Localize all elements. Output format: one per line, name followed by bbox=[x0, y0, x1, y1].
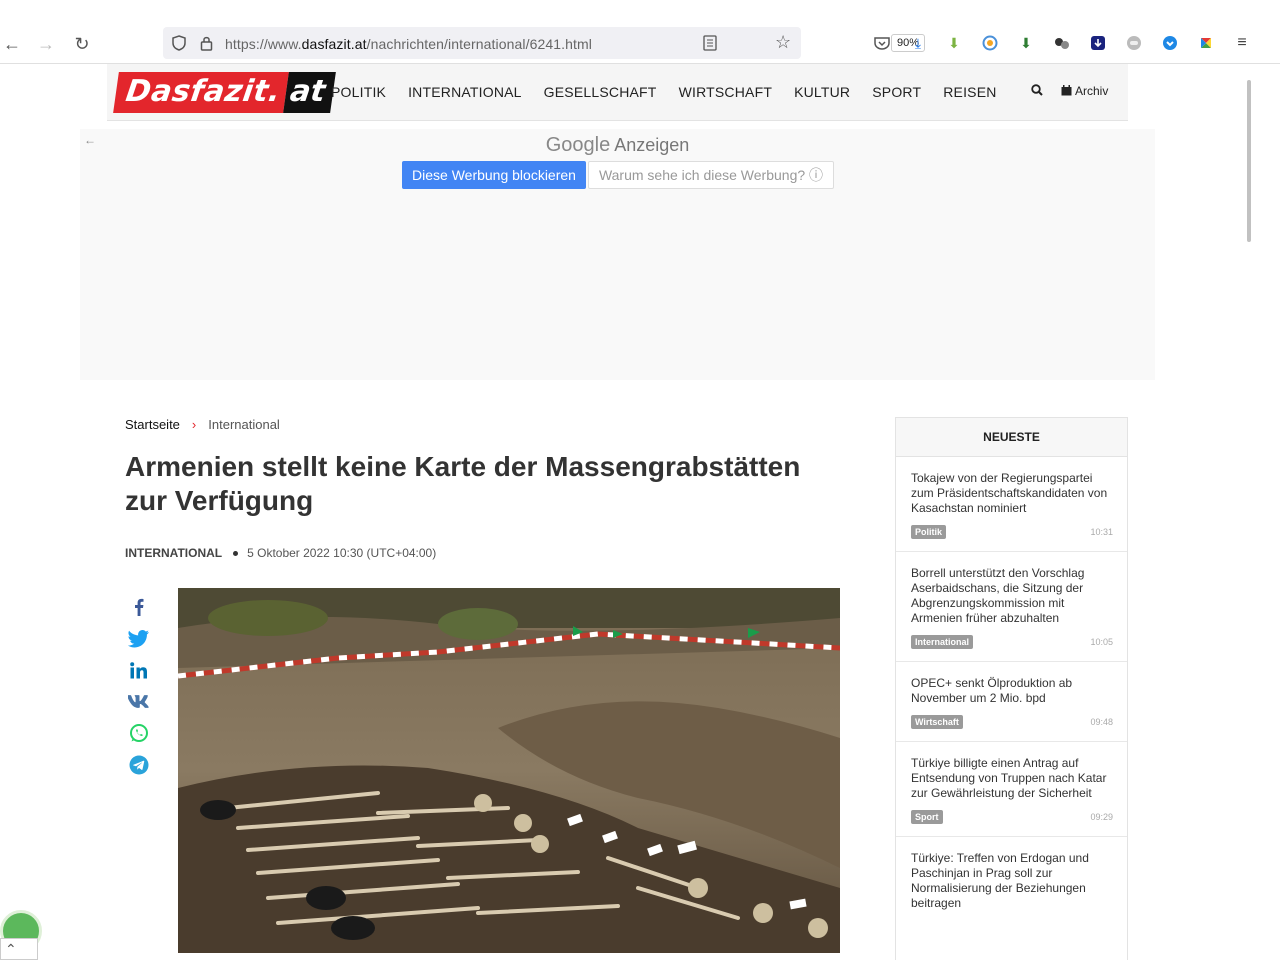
facebook-icon[interactable] bbox=[128, 596, 150, 618]
reload-icon[interactable]: ↻ bbox=[70, 32, 94, 56]
why-ad-button[interactable]: Warum sehe ich diese Werbung? ⓘ bbox=[588, 161, 834, 189]
whatsapp-icon[interactable] bbox=[128, 722, 150, 744]
ad-header: Google Anzeigen bbox=[80, 134, 1155, 157]
nav-kultur[interactable]: KULTUR bbox=[794, 84, 850, 100]
archiv-label: Archiv bbox=[1075, 84, 1109, 98]
shield-icon[interactable] bbox=[172, 35, 186, 51]
extension-download-green-icon[interactable]: ⬇ bbox=[945, 34, 963, 52]
extension-gears-icon[interactable] bbox=[1053, 34, 1071, 52]
news-item-time: 09:29 bbox=[1090, 812, 1113, 822]
nav-wirtschaft[interactable]: WIRTSCHAFT bbox=[679, 84, 773, 100]
logo-main-text: Dasfazit. bbox=[113, 72, 290, 113]
pocket-icon[interactable] bbox=[873, 34, 891, 52]
article-category[interactable]: INTERNATIONAL bbox=[125, 546, 222, 560]
vk-icon[interactable] bbox=[128, 691, 150, 713]
twitter-icon[interactable] bbox=[128, 628, 150, 650]
news-item-title[interactable]: Türkiye: Treffen von Erdogan und Paschin… bbox=[911, 851, 1113, 911]
breadcrumb-separator: › bbox=[191, 417, 197, 432]
archiv-link[interactable]: Archiv bbox=[1061, 84, 1108, 98]
anzeigen-label: Anzeigen bbox=[614, 135, 690, 155]
url-bar[interactable]: https://www.dasfazit.at/nachrichten/inte… bbox=[163, 27, 926, 59]
extension-gray-circle-icon[interactable] bbox=[1125, 34, 1143, 52]
google-label: Google bbox=[545, 134, 611, 156]
news-item-time: 09:48 bbox=[1090, 717, 1113, 727]
back-arrow-icon[interactable]: ← bbox=[0, 32, 24, 56]
site-logo[interactable]: Dasfazit. at bbox=[113, 72, 336, 113]
news-item[interactable]: Türkiye billigte einen Antrag auf Entsen… bbox=[896, 742, 1127, 837]
news-item-title[interactable]: Tokajew von der Regierungspartei zum Prä… bbox=[911, 471, 1113, 516]
nav-international[interactable]: INTERNATIONAL bbox=[408, 84, 522, 100]
extension-circle-icon[interactable] bbox=[981, 34, 999, 52]
news-item-tag[interactable]: Politik bbox=[911, 525, 947, 539]
news-item[interactable]: Borrell unterstützt den Vorschlag Aserba… bbox=[896, 552, 1127, 662]
nav-gesellschaft[interactable]: GESELLSCHAFT bbox=[544, 84, 657, 100]
news-item[interactable]: Türkiye: Treffen von Erdogan und Paschin… bbox=[896, 837, 1127, 911]
page-scrollbar[interactable] bbox=[1247, 80, 1251, 242]
news-item-title[interactable]: OPEC+ senkt Ölproduktion ab November um … bbox=[911, 676, 1113, 706]
logo-tld-text: at bbox=[283, 72, 336, 113]
article-date: 5 Oktober 2022 10:30 (UTC+04:00) bbox=[247, 546, 437, 560]
latest-news-sidebar: NEUESTE Tokajew von der Regierungspartei… bbox=[895, 417, 1128, 960]
news-item-time: 10:31 bbox=[1090, 527, 1113, 537]
news-item[interactable]: OPEC+ senkt Ölproduktion ab November um … bbox=[896, 662, 1127, 742]
news-item-tag[interactable]: Sport bbox=[911, 810, 943, 824]
news-item[interactable]: Tokajew von der Regierungspartei zum Prä… bbox=[896, 457, 1127, 552]
share-bar bbox=[128, 596, 150, 785]
google-ad-box: ← Google Anzeigen Diese Werbung blockier… bbox=[80, 129, 1155, 380]
news-item-title[interactable]: Borrell unterstützt den Vorschlag Aserba… bbox=[911, 566, 1113, 626]
news-item-tag[interactable]: International bbox=[911, 635, 974, 649]
search-icon[interactable] bbox=[1031, 84, 1043, 99]
news-item-tag[interactable]: Wirtschaft bbox=[911, 715, 963, 729]
hamburger-menu-icon[interactable]: ≡ bbox=[1233, 34, 1251, 52]
nav-reisen[interactable]: REISEN bbox=[943, 84, 996, 100]
bookmark-star-icon[interactable]: ☆ bbox=[775, 32, 791, 53]
breadcrumb-current[interactable]: International bbox=[208, 417, 280, 432]
lock-icon[interactable] bbox=[200, 35, 213, 51]
meta-separator-dot bbox=[233, 550, 239, 556]
block-ad-button[interactable]: Diese Werbung blockieren bbox=[402, 161, 586, 189]
nav-sport[interactable]: SPORT bbox=[872, 84, 921, 100]
sidebar-title: NEUESTE bbox=[896, 418, 1127, 457]
extension-colorful-icon[interactable] bbox=[1197, 34, 1215, 52]
breadcrumb: Startseite › International bbox=[125, 417, 280, 432]
extension-blue-circle-icon[interactable] bbox=[1161, 34, 1179, 52]
telegram-icon[interactable] bbox=[128, 754, 150, 776]
extension-arrow-down-icon[interactable]: ⬇ bbox=[1017, 34, 1035, 52]
url-text[interactable]: https://www.dasfazit.at/nachrichten/inte… bbox=[225, 36, 592, 52]
nav-politik[interactable]: POLITIK bbox=[331, 84, 386, 100]
article-meta: INTERNATIONAL 5 Oktober 2022 10:30 (UTC+… bbox=[125, 546, 436, 560]
main-nav: POLITIK INTERNATIONAL GESELLSCHAFT WIRTS… bbox=[331, 84, 1019, 100]
forward-arrow-icon[interactable]: → bbox=[34, 32, 58, 56]
extension-download-box-icon[interactable] bbox=[1089, 34, 1107, 52]
browser-toolbar: ← → ↻ https://www.dasfazit.at/nachrichte… bbox=[0, 0, 1280, 64]
news-item-time: 10:05 bbox=[1090, 637, 1113, 647]
chevron-up-icon[interactable]: ⌃ bbox=[0, 938, 38, 960]
calendar-icon bbox=[1061, 85, 1072, 96]
linkedin-icon[interactable] bbox=[128, 659, 150, 681]
site-header: Dasfazit. at POLITIK INTERNATIONAL GESEL… bbox=[107, 64, 1128, 121]
news-item-title[interactable]: Türkiye billigte einen Antrag auf Entsen… bbox=[911, 756, 1113, 801]
reader-view-icon[interactable] bbox=[703, 35, 717, 51]
article-title: Armenien stellt keine Karte der Massengr… bbox=[125, 451, 801, 516]
download-icon[interactable]: ⤓ bbox=[909, 34, 927, 52]
breadcrumb-home-link[interactable]: Startseite bbox=[125, 417, 180, 432]
article-photo[interactable] bbox=[178, 588, 840, 953]
